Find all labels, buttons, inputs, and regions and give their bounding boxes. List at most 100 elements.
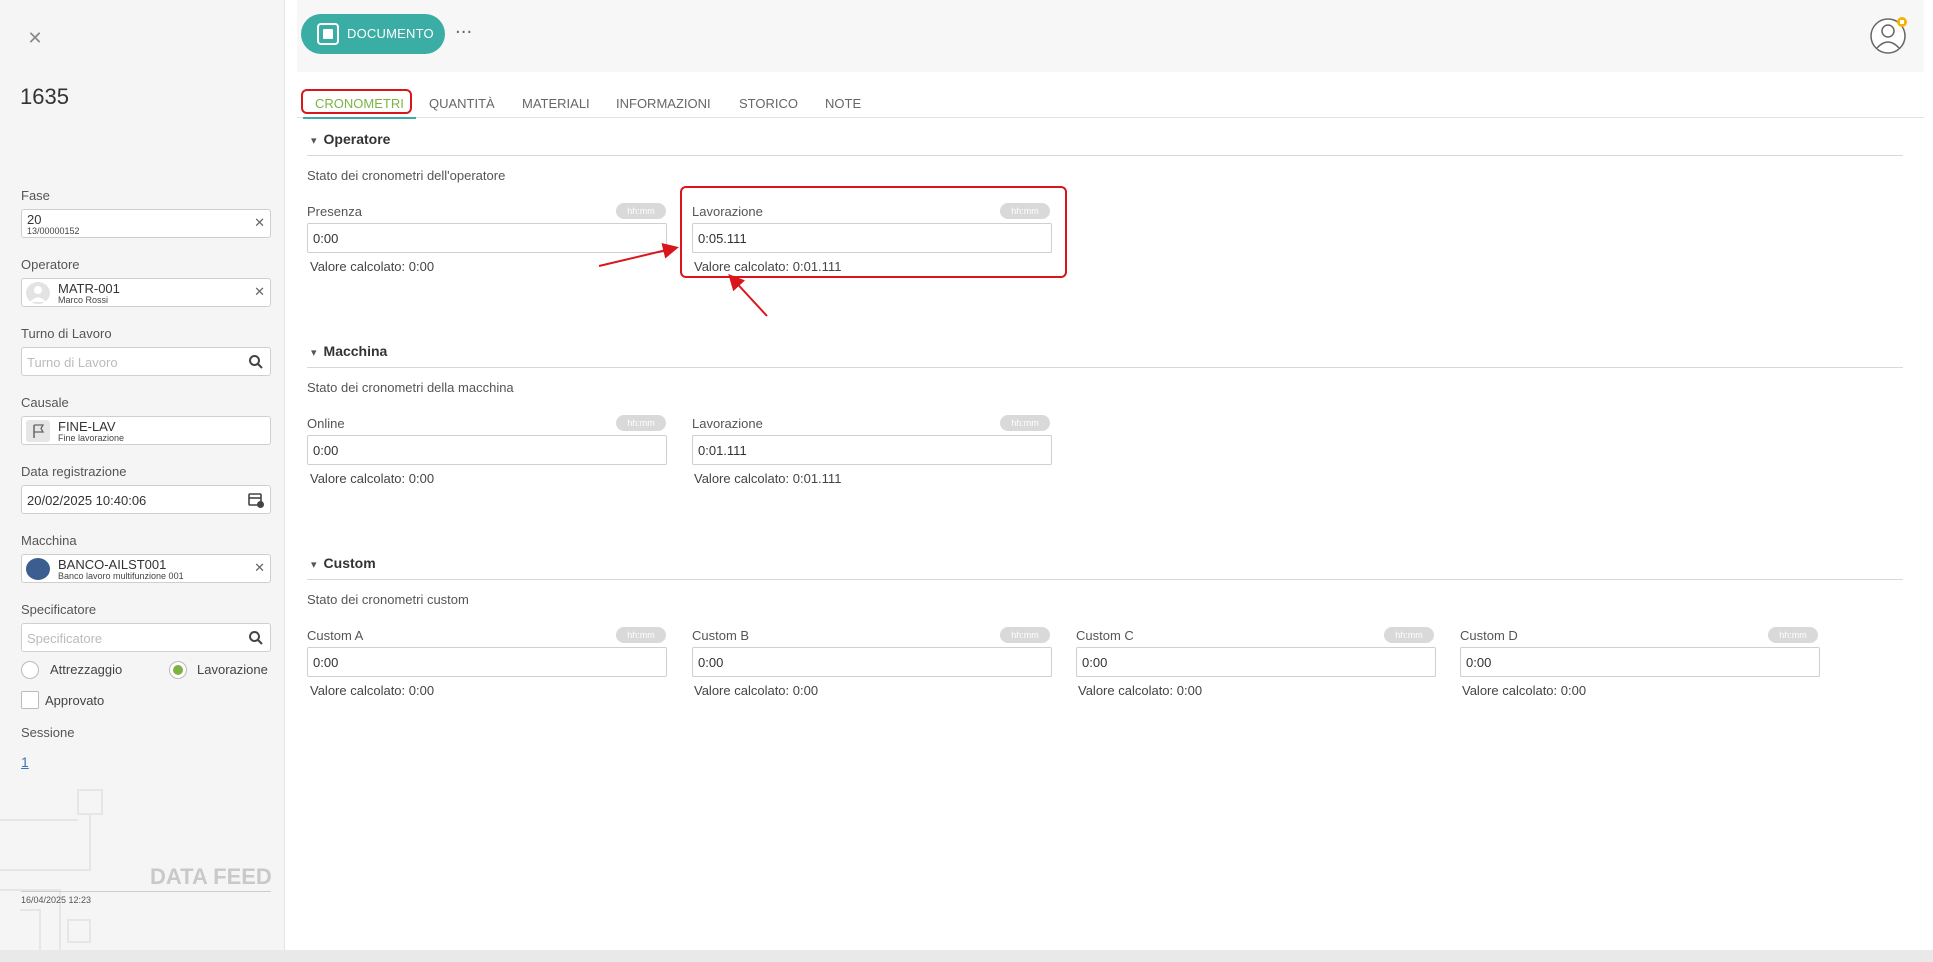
custom-d-calculated: Valore calcolato: 0:00 [1462,683,1587,698]
left-panel: ✕ 1635 Fase 20 13/00000152 ✕ Operatore M… [0,0,285,950]
tab-informazioni[interactable]: INFORMAZIONI [616,90,711,118]
presenza-label: Presenza [307,204,362,219]
causale-field[interactable]: FINE-LAV Fine lavorazione [21,416,271,445]
unit-badge: hh:mm [616,415,666,431]
top-bar: DOCUMENTO ··· [297,0,1924,72]
lavorazione-macchina-input[interactable]: 0:01.111 [692,435,1052,465]
section-custom-subtitle: Stato dei cronometri custom [307,592,469,607]
causale-label: Causale [21,395,69,410]
lavorazione-macchina-calculated: Valore calcolato: 0:01.111 [694,471,842,486]
turno-placeholder: Turno di Lavoro [27,355,118,370]
section-custom-header[interactable]: ▾ Custom [311,555,376,571]
divider [307,579,1903,580]
presenza-calculated: Valore calcolato: 0:00 [310,259,435,274]
divider [307,155,1903,156]
custom-b-input[interactable]: 0:00 [692,647,1052,677]
macchina-sub: Banco lavoro multifunzione 001 [58,571,184,581]
decorative-circuit-icon [0,789,103,950]
flag-icon [26,420,50,442]
specificatore-field[interactable]: Specificatore [21,623,271,652]
unit-badge: hh:mm [1000,627,1050,643]
fase-label: Fase [21,188,50,203]
search-icon[interactable] [247,353,265,371]
search-icon[interactable] [247,629,265,647]
section-custom-title: Custom [323,555,376,571]
document-button[interactable]: DOCUMENTO [301,14,445,54]
tab-quantita[interactable]: QUANTITÀ [429,90,495,118]
approvato-label: Approvato [45,693,105,708]
radio-attrezzaggio-label: Attrezzaggio [50,662,123,677]
record-number: 1635 [20,84,69,109]
operatore-sub: Marco Rossi [58,295,109,305]
unit-badge: hh:mm [1000,415,1050,431]
operatore-value: MATR-001 [58,281,120,296]
data-registrazione-value: 20/02/2025 10:40:06 [27,493,147,508]
causale-value: FINE-LAV [58,419,116,434]
brand-logo: DATA FEED [150,864,272,889]
clear-operatore-icon[interactable]: ✕ [254,285,265,300]
custom-b-label: Custom B [692,628,750,643]
more-options-icon[interactable]: ··· [455,22,472,43]
section-operatore-header[interactable]: ▾ Operatore [311,131,390,147]
clear-macchina-icon[interactable]: ✕ [254,561,265,576]
lavorazione-macchina-label: Lavorazione [692,416,763,431]
causale-sub: Fine lavorazione [58,433,125,443]
tab-note[interactable]: NOTE [825,90,861,118]
macchina-field[interactable]: BANCO-AILST001 Banco lavoro multifunzion… [21,554,271,583]
user-avatar-icon [26,282,50,304]
chevron-down-icon: ▾ [311,134,317,147]
divider [307,367,1903,368]
user-profile-icon[interactable] [1869,16,1907,54]
fase-sub: 13/00000152 [27,226,80,236]
tab-storico[interactable]: STORICO [739,90,798,118]
custom-b-calculated: Valore calcolato: 0:00 [694,683,819,698]
operatore-field[interactable]: MATR-001 Marco Rossi ✕ [21,278,271,307]
unit-badge: hh:mm [616,627,666,643]
custom-d-input[interactable]: 0:00 [1460,647,1820,677]
custom-c-label: Custom C [1076,628,1134,643]
data-registrazione-label: Data registrazione [21,464,127,479]
chevron-down-icon: ▾ [311,558,317,571]
main-content: DOCUMENTO ··· CRONOMETRI QUANTITÀ MATERI… [297,0,1924,950]
tab-materiali[interactable]: MATERIALI [522,90,590,118]
calendar-icon[interactable] [247,491,265,509]
radio-attrezzaggio[interactable] [21,661,39,679]
annotation-arrow-icon [598,242,768,317]
approvato-checkbox[interactable] [21,691,39,709]
tab-cronometri[interactable]: CRONOMETRI [303,90,416,119]
footer-date: 16/04/2025 12:23 [21,895,92,905]
section-operatore-title: Operatore [323,131,391,147]
macchina-value: BANCO-AILST001 [58,557,167,572]
document-icon [317,23,339,45]
specificatore-label: Specificatore [21,602,97,617]
fase-field[interactable]: 20 13/00000152 ✕ [21,209,271,238]
operatore-label: Operatore [21,257,80,272]
document-button-label: DOCUMENTO [347,26,434,41]
section-macchina-header[interactable]: ▾ Macchina [311,343,387,359]
radio-lavorazione-label: Lavorazione [197,662,268,677]
tab-bar: CRONOMETRI QUANTITÀ MATERIALI INFORMAZIO… [297,90,1924,119]
sessione-link[interactable]: 1 [21,754,29,770]
close-icon[interactable]: ✕ [24,28,46,50]
machine-avatar-icon [26,558,50,580]
turno-label: Turno di Lavoro [21,326,112,341]
unit-badge: hh:mm [1768,627,1818,643]
unit-badge: hh:mm [1384,627,1434,643]
macchina-label: Macchina [21,533,77,548]
window-bottom-edge [0,950,1933,962]
online-input[interactable]: 0:00 [307,435,667,465]
custom-d-label: Custom D [1460,628,1518,643]
sessione-label: Sessione [21,725,75,740]
turno-field[interactable]: Turno di Lavoro [21,347,271,376]
data-registrazione-field[interactable]: 20/02/2025 10:40:06 [21,485,271,514]
specificatore-placeholder: Specificatore [27,631,103,646]
online-label: Online [307,416,345,431]
custom-a-calculated: Valore calcolato: 0:00 [310,683,435,698]
chevron-down-icon: ▾ [311,346,317,359]
custom-a-input[interactable]: 0:00 [307,647,667,677]
lavorazione-operatore-label: Lavorazione [692,204,763,219]
clear-fase-icon[interactable]: ✕ [254,216,265,231]
custom-c-input[interactable]: 0:00 [1076,647,1436,677]
custom-a-label: Custom A [307,628,364,643]
radio-lavorazione[interactable] [169,661,187,679]
